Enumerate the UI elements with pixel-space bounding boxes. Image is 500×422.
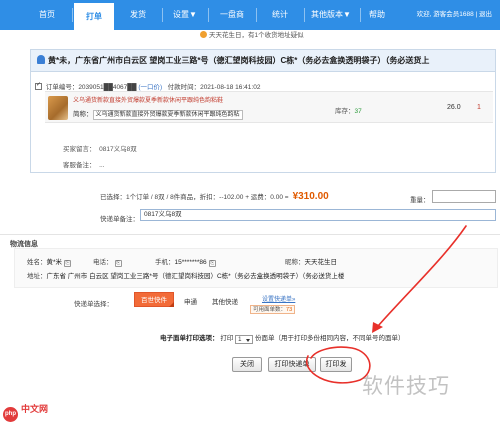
receiver-name-label: 姓名： [27,259,47,266]
receiver-nick: 昵称：天天花生日 [285,256,337,266]
receiver-mobile-value: 15*******86 [174,259,207,266]
receiver-mobile: 手机：15*******86 ⎘ [155,256,216,267]
order-address-title: 黄*未，广东省广州市白云区 望岗工业三路*号（德汇望岗科技园）C栋*（务必去盒换… [48,56,430,65]
product-price: 26.0 [447,104,461,111]
nav-divider [72,8,73,22]
receiver-info: 姓名：黄*米 ⎘ 电话： ⎘ 手机：15*******86 ⎘ 昵称：天天花生日 地址… [14,248,498,288]
express-option[interactable]: 申通 [184,296,197,306]
stock-value: 37 [354,108,362,115]
nav-divider [208,8,209,22]
order-card: 黄*未，广东省广州市白云区 望岗工业三路*号（德汇望岗科技园）C栋*（务必去盒换… [30,49,496,173]
receiver-address-label: 地址： [27,273,47,280]
print-options: 电子面单打印选项： 打印 1 份面单（用于打印多份相同内容，不同单号的面单） [160,332,404,344]
paid-time-label: 付款时间： [167,84,201,91]
receiver-name-value: 黄*米 [46,259,63,266]
print-express-button[interactable]: 打印快递单 [268,357,316,372]
receiver-nick-label: 昵称： [285,259,305,266]
seller-memo-label: 客服备注： [63,162,96,169]
buyer-message-label: 买家留言： [63,146,96,153]
express-option[interactable]: 其他快递 [212,296,238,306]
weight-label: 重量： [410,197,430,204]
copy-icon[interactable]: ⎘ [64,260,72,267]
watermark-logo: php 中文网 [3,402,48,422]
product-brief: 简称： 义乌通货新款直接外贸爆款夏季新款休闲平跟纯色韵粘 [73,108,243,120]
notice-bar: 天天花生日，有1个收货地址疑似 [200,31,304,41]
express-remark-input[interactable]: 0817义乌8双 [140,209,496,221]
product-brief-label: 简称： [73,111,93,118]
product-stock: 库存：37 [335,105,362,115]
print-options-label: 电子面单打印选项： [160,335,219,342]
warning-icon [200,31,207,38]
copy-icon[interactable]: ⎘ [208,260,216,267]
section-divider [0,234,500,235]
print-copies-prefix: 打印 [220,335,234,342]
print-shipping-list-button[interactable]: 打印发 [320,357,352,372]
user-info[interactable]: 欢迎, 游客会员1688 | 退出 [417,0,492,30]
buyer-message-value: 0817义乌8双 [99,146,137,153]
express-option-selected[interactable]: 百世快件 [134,292,174,307]
nav-ship[interactable]: 发货 [118,0,158,30]
nav-help[interactable]: 帮助 [360,0,394,30]
stock-label: 库存： [335,108,355,115]
nav-print-orders[interactable]: 打单 [74,0,114,30]
waybill-count-value: 73 [286,307,293,313]
waybill-count-label: 可用面单数： [253,307,287,313]
print-copies-select[interactable]: 1 [235,335,254,344]
product-thumbnail[interactable] [48,96,68,120]
copy-icon[interactable]: ⎘ [114,260,122,267]
nav-divider [304,8,305,22]
print-copies-suffix: 份面单（用于打印多份相同内容，不同单号的面单） [254,335,405,342]
express-remark-label: 快递单备注： [100,216,139,223]
receiver-address: 地址：广东省 广州市 白云区 望岗工业三路*号（德汇望岗科技园）C栋*（务必去盒… [27,270,344,280]
nav-divider [162,8,163,22]
order-meta: 订单编号：2039051██4067██ (一口价) 付款时间：2021-08-… [35,81,260,91]
nav-settings[interactable]: 设置▼ [164,0,206,30]
watermark-text: 软件技巧 [362,375,450,398]
product-title[interactable]: 义乌通货新款直接外贸爆款夏季新款休闲平跟纯色韵粘鞋 [73,95,223,104]
order-no-label: 订单编号： [45,84,79,91]
receiver-address-value: 广东省 广州市 白云区 望岗工业三路*号（德汇望岗科技园）C栋*（务必去盒换透明… [46,273,345,280]
paid-time: 2021-08-18 16:41:02 [200,84,261,91]
summary-text: 已选择：1个订单 / 8双 / 8件商品，折扣：--102.00 + 运费：0.… [100,194,289,201]
receiver-phone-label: 电话： [93,259,113,266]
seller-memo-value: ... [99,162,105,169]
order-summary: 已选择：1个订单 / 8双 / 8件商品，折扣：--102.00 + 运费：0.… [100,191,329,202]
receiver-phone: 电话： ⎘ [93,256,122,267]
order-header: 黄*未，广东省广州市白云区 望岗工业三路*号（德汇望岗科技园）C栋*（务必去盒换… [31,50,495,72]
product-qty: 1 [477,104,481,111]
top-nav: 首页 打单 发货 设置▼ 一盘商 统计 其他版本▼ 帮助 欢迎, 游客会员168… [0,0,500,30]
order-type-link[interactable]: (一口价) [138,84,162,91]
receiver-name: 姓名：黄*米 ⎘ [27,256,72,267]
buyer-message: 买家留言： 0817义乌8双 [63,143,137,153]
nav-wholesaler[interactable]: 一盘商 [212,0,252,30]
nav-divider [256,8,257,22]
order-item-row: 义乌通货新款直接外贸爆款夏季新款休闲平跟纯色韵粘鞋 简称： 义乌通货新款直接外贸爆… [45,91,493,123]
waybill-count-tip: 可用面单数：73 [250,305,296,314]
nav-home[interactable]: 首页 [28,0,66,30]
receiver-mobile-label: 手机： [155,259,175,266]
receiver-nick-value: 天天花生日 [304,259,338,266]
weight-input[interactable] [432,190,496,203]
product-brief-input[interactable]: 义乌通货新款直接外贸爆款夏季新款休闲平跟纯色韵粘 [92,110,243,120]
close-button[interactable]: 关闭 [232,357,262,372]
nav-other-versions[interactable]: 其他版本▼ [306,0,356,30]
order-checkbox[interactable] [35,81,42,90]
order-no: 2039051██4067██ [78,84,137,91]
location-pin-icon [37,55,45,64]
summary-total: ¥310.00 [292,191,329,202]
seller-memo: 客服备注： ... [63,159,105,169]
notice-text: 天天花生日，有1个收货地址疑似 [209,32,304,39]
watermark-logo-text: 中文网 [21,404,49,414]
express-settings-link[interactable]: 设置快递单» [262,294,295,303]
php-logo-icon: php [3,407,18,422]
express-select-label: 快递单选择： [74,301,113,308]
nav-stats[interactable]: 统计 [262,0,298,30]
